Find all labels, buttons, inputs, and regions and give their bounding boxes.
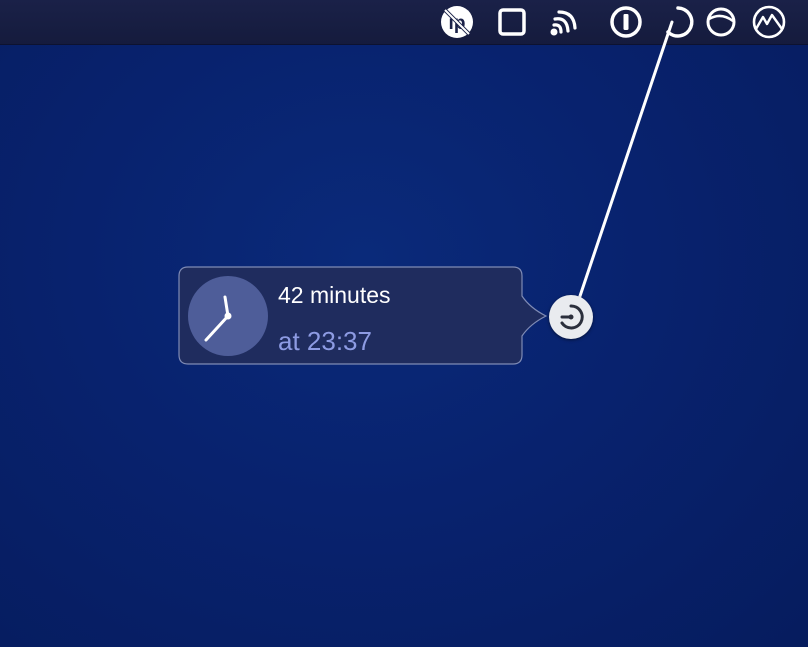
password-manager-icon[interactable] bbox=[608, 4, 644, 40]
clock-face-icon bbox=[188, 276, 268, 356]
timer-knob-icon bbox=[560, 304, 584, 330]
timer-duration: 42 minutes bbox=[278, 282, 391, 308]
timer-popover: 42 minutes at 23:37 bbox=[178, 266, 548, 365]
mountain-icon[interactable] bbox=[751, 4, 787, 40]
menu-bar: ip bbox=[0, 0, 808, 45]
half-circle-icon[interactable] bbox=[703, 4, 739, 40]
no-tracking-icon[interactable]: ip bbox=[439, 4, 475, 40]
timer-end-time: at 23:37 bbox=[278, 326, 372, 356]
timer-drag-handle[interactable] bbox=[549, 295, 593, 339]
timer-icon[interactable] bbox=[660, 4, 696, 40]
square-stop-icon[interactable] bbox=[494, 4, 530, 40]
signal-beam-icon[interactable] bbox=[546, 4, 582, 40]
